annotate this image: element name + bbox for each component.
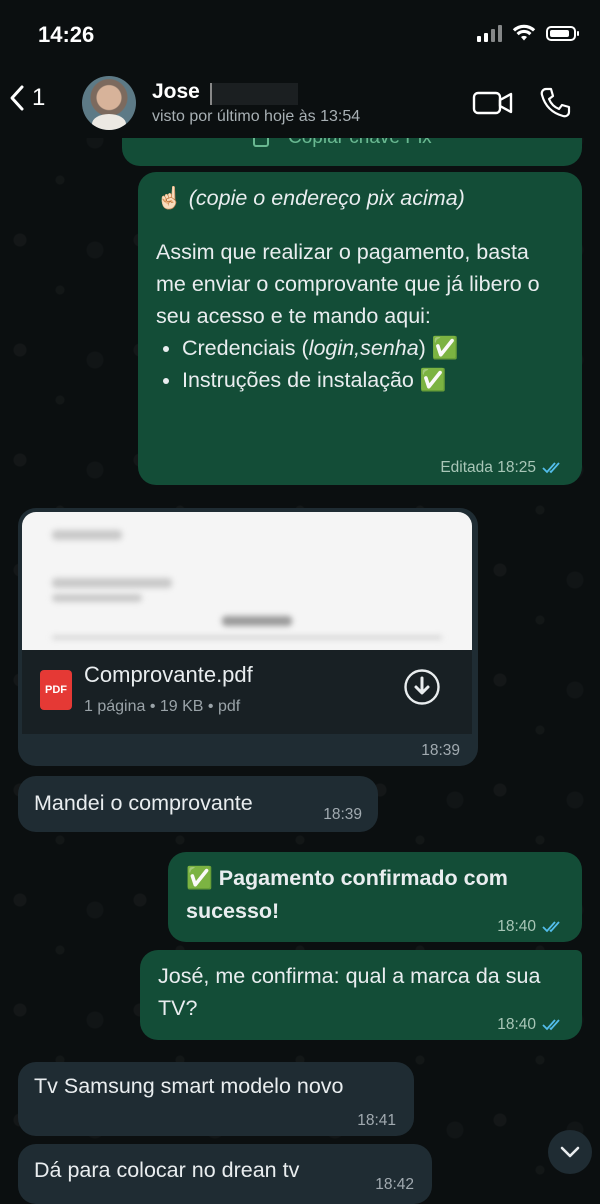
status-bar: 14:26 — [0, 0, 600, 70]
pdf-timestamp: 18:39 — [421, 742, 460, 759]
pointing-up-emoji: ☝🏻 — [156, 186, 183, 210]
back-button-overlay[interactable]: 1 — [8, 84, 45, 112]
last-seen-overlay: visto por último hoje às 13:54 — [152, 108, 361, 125]
video-call-icon[interactable] — [472, 86, 514, 120]
pdf-file-icon: PDF — [40, 670, 72, 710]
message-meta: 18:40 — [497, 918, 566, 936]
status-time: 14:26 — [38, 22, 95, 47]
message-timestamp: 18:39 — [323, 806, 362, 823]
double-check-icon — [542, 1019, 560, 1031]
pix-note-line: ☝🏻 (copie o endereço pix acima) — [156, 182, 564, 214]
name-redaction-overlay — [210, 83, 298, 105]
wifi-icon — [512, 24, 536, 41]
pix-note-text: (copie o endereço pix acima) — [188, 186, 465, 210]
chevron-left-icon — [10, 85, 24, 111]
message-text: José, me confirma: qual a marca da sua T… — [158, 964, 541, 1020]
double-check-icon — [542, 921, 560, 933]
incoming-message: Mandei o comprovante 18:39 — [18, 776, 378, 832]
unread-count-overlay: 1 — [32, 84, 46, 111]
payment-body-text: Assim que realizar o pagamento, basta me… — [156, 240, 540, 328]
outgoing-message: ✅ Pagamento confirmado com sucesso! 18:4… — [168, 852, 582, 942]
message-timestamp: 18:42 — [375, 1176, 414, 1193]
message-text: Mandei o comprovante — [34, 791, 253, 815]
double-check-icon — [542, 462, 560, 474]
scroll-to-bottom-button[interactable] — [548, 1130, 592, 1174]
list-item: Instruções de instalação ✅ — [182, 364, 564, 396]
battery-icon — [546, 25, 579, 41]
incoming-message: Tv Samsung smart modelo novo 18:41 — [18, 1062, 414, 1136]
message-meta: Editada 18:25 — [440, 459, 566, 477]
header-layer: 1 Jose visto por último hoje às 13:54 — [0, 70, 600, 138]
edited-timestamp: Editada 18:25 — [440, 459, 536, 476]
message-timestamp: 18:40 — [497, 1016, 536, 1033]
cellular-signal-icon — [477, 24, 502, 42]
phone-call-icon[interactable] — [538, 86, 572, 120]
contact-avatar-overlay[interactable] — [82, 76, 136, 130]
credential-list: Credenciais (login,senha) ✅ Instruções d… — [156, 332, 564, 396]
message-meta: 18:40 — [497, 1016, 566, 1034]
payment-instructions-bubble: ☝🏻 (copie o endereço pix acima) Assim qu… — [138, 172, 582, 485]
chevron-down-icon — [560, 1146, 580, 1158]
message-text: Dá para colocar no drean tv — [34, 1158, 300, 1182]
message-timestamp: 18:41 — [357, 1112, 396, 1129]
status-icons — [477, 24, 579, 42]
incoming-message: Dá para colocar no drean tv 18:42 — [18, 1144, 432, 1204]
message-text: Tv Samsung smart modelo novo — [34, 1074, 344, 1098]
download-icon[interactable] — [403, 668, 441, 706]
outgoing-message: José, me confirma: qual a marca da sua T… — [140, 950, 582, 1040]
pdf-file-info: 1 página • 19 KB • pdf — [84, 698, 241, 715]
list-item: Credenciais (login,senha) ✅ — [182, 332, 564, 364]
message-timestamp: 18:40 — [497, 918, 536, 935]
pdf-preview-thumbnail[interactable] — [22, 512, 472, 650]
pdf-file-name: Comprovante.pdf — [84, 662, 253, 687]
contact-name-overlay[interactable]: Jose — [152, 80, 200, 104]
